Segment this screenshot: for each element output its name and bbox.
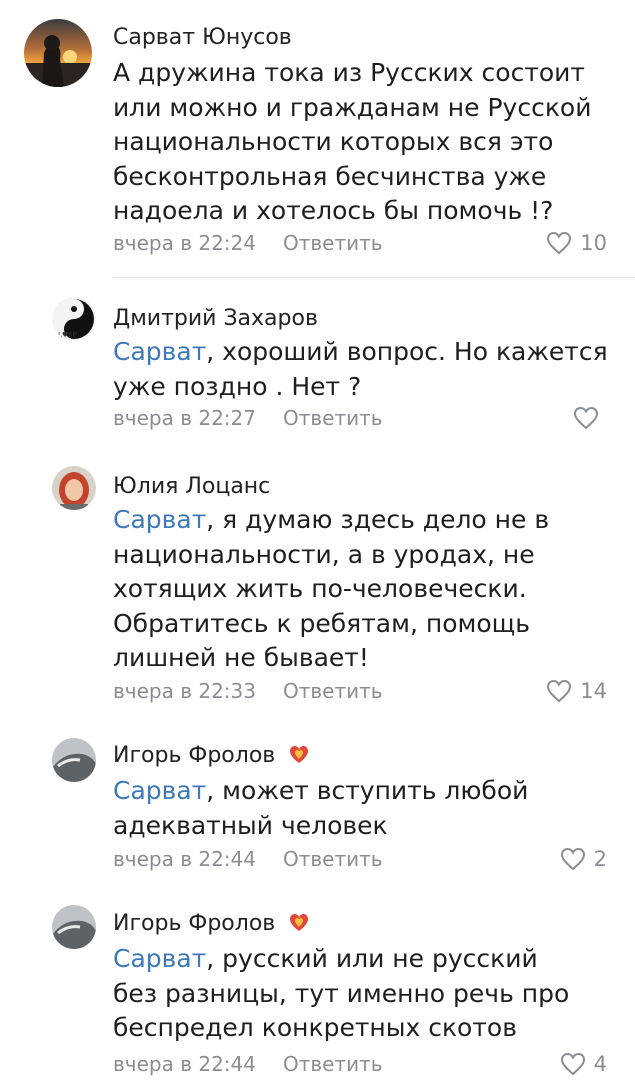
mention-link[interactable]: Сарват — [113, 776, 206, 805]
reply-button[interactable]: Ответить — [283, 678, 383, 704]
comment-text-line: бесконтрольная бесчинства уже — [113, 161, 547, 191]
comment-author[interactable]: Сарват Юнусов — [113, 24, 292, 52]
comment-text-line: Сарват, может вступить любой — [113, 774, 618, 809]
comment-text: Сарват, я думаю здесь дело не в национал… — [113, 503, 618, 676]
comment-text-fragment: , может вступить любой — [206, 776, 529, 805]
comment-author[interactable]: Игорь Фролов — [113, 742, 275, 770]
heart-icon — [546, 231, 572, 255]
mention-link[interactable]: Сарват — [113, 505, 206, 534]
comment-text: Сарват, хороший вопрос. Но кажется уже п… — [113, 335, 618, 404]
comment-text-line: без разницы, тут именно речь про — [113, 978, 570, 1008]
comment-text: Сарват, русский или не русский без разни… — [113, 942, 618, 1046]
comment-text-line: лишней не бывает! — [113, 643, 369, 672]
like-button[interactable]: 4 — [560, 1051, 607, 1077]
heart-icon — [573, 406, 599, 430]
comment-divider — [113, 277, 635, 278]
like-button[interactable]: 2 — [560, 846, 607, 872]
comment-timestamp: вчера в 22:44 — [113, 1052, 256, 1076]
comment-text-line: хотящих жить по-человечески. — [113, 574, 527, 603]
comment-text-line: или можно и гражданам не Русской — [113, 92, 592, 122]
comment-text-line: национальности которых вся это — [113, 127, 554, 156]
comment-author[interactable]: Игорь Фролов — [113, 910, 275, 938]
reply-button[interactable]: Ответить — [283, 230, 383, 256]
comment-timestamp: вчера в 22:24 — [113, 231, 256, 255]
flaming-heart-icon — [288, 911, 310, 933]
comment-text-line: надоела и хотелось бы помочь !? — [113, 196, 554, 225]
comment-text-line: беспредел конкретных скотов — [113, 1013, 517, 1042]
comment-text-fragment: , русский или не русский — [206, 944, 538, 973]
mention-link[interactable]: Сарват — [113, 944, 206, 973]
mention-link[interactable]: Сарват — [113, 337, 206, 366]
comment-text-line: Обратитесь к ребятам, помощь — [113, 608, 530, 638]
reply-button[interactable]: Ответить — [283, 846, 383, 872]
like-count: 14 — [580, 679, 607, 703]
comment-author[interactable]: Дмитрий Захаров — [113, 305, 318, 333]
comment-text-line: Сарват, русский или не русский — [113, 942, 618, 977]
heart-icon — [560, 1052, 586, 1076]
reply-button[interactable]: Ответить — [283, 1051, 383, 1077]
reply-button[interactable]: Ответить — [283, 405, 383, 431]
car-photo-avatar[interactable] — [52, 738, 96, 782]
comment-text: А дружина тока из Русских состоит или мо… — [113, 56, 618, 229]
comment-text-line: А дружина тока из Русских состоит — [113, 58, 585, 87]
comment-text-fragment: , хороший вопрос. Но кажется — [206, 337, 608, 366]
comment-timestamp: вчера в 22:27 — [113, 406, 256, 430]
heart-icon — [560, 847, 586, 871]
car-photo-avatar[interactable] — [52, 905, 96, 949]
like-button[interactable] — [573, 405, 607, 431]
comment-text-line: национальности, а в уродах, не — [113, 539, 535, 569]
like-count: 4 — [593, 1052, 607, 1076]
like-count: 10 — [580, 231, 607, 255]
comment-author[interactable]: Юлия Лоцанс — [113, 473, 270, 501]
like-button[interactable]: 10 — [546, 230, 607, 256]
heart-icon — [546, 679, 572, 703]
comment-text-fragment: , я думаю здесь дело не в — [206, 505, 550, 534]
comment-timestamp: вчера в 22:33 — [113, 679, 256, 703]
redhead-photo-avatar[interactable] — [52, 466, 96, 510]
comment-timestamp: вчера в 22:44 — [113, 847, 256, 871]
yin-yang-avatar[interactable]: L♥SP — [52, 297, 96, 341]
like-button[interactable]: 14 — [546, 678, 607, 704]
comment-text-line: Сарват, я думаю здесь дело не в — [113, 503, 618, 538]
comment-text-line: уже поздно . Нет ? — [113, 371, 362, 401]
comment-text: Сарват, может вступить любой адекватный … — [113, 774, 618, 843]
flaming-heart-icon — [288, 743, 310, 765]
like-count: 2 — [593, 847, 607, 871]
svg-text:L♥SP: L♥SP — [58, 331, 77, 339]
comment-text-line: адекватный человек — [113, 810, 388, 840]
comment-text-line: Сарват, хороший вопрос. Но кажется — [113, 335, 618, 370]
sunset-photo-avatar[interactable] — [24, 19, 92, 87]
